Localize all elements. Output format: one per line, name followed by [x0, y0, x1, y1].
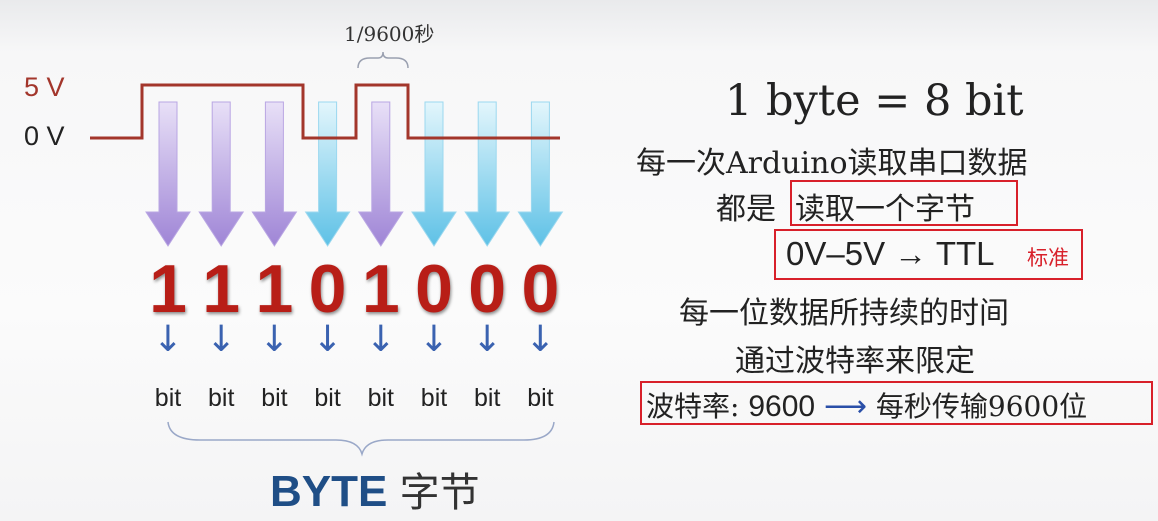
- baud-rate-arrow: ⟶: [824, 389, 868, 424]
- byte-label: BYTE 字节: [270, 460, 480, 518]
- bit-arrow-3: [251, 101, 298, 247]
- down-arrow-icon: ↓: [206, 319, 237, 360]
- bit-waveform-diagram: [90, 83, 564, 247]
- bit-label-4: bit: [314, 384, 341, 412]
- note-read-byte: 都是: [716, 184, 776, 228]
- bit-arrow-6: [411, 101, 457, 247]
- down-arrow-icon: ↓: [259, 319, 290, 360]
- down-arrow-icon: ↓: [365, 319, 396, 360]
- bit-digit-8: 0: [521, 251, 560, 327]
- baud-rate-line: 波特率: 9600 ⟶ 每秒传输9600位: [646, 385, 1087, 425]
- down-arrow-icon: ↓: [418, 319, 450, 360]
- note-baud-defines: 通过波特率来限定: [735, 344, 975, 379]
- down-arrow-icon: ↓: [312, 319, 343, 360]
- byte-label-en: BYTE: [270, 467, 388, 516]
- bit-label-6: bit: [420, 384, 448, 412]
- bit-arrow-8: [517, 101, 564, 247]
- bit-label-2: bit: [207, 384, 235, 412]
- bit-label-3: bit: [261, 384, 288, 412]
- bit-label-1: bit: [154, 384, 182, 412]
- bit-arrow-5: [357, 101, 404, 247]
- bit-arrow-2: [198, 101, 245, 247]
- ttl-standard-label: 标准: [1027, 246, 1069, 270]
- bit-arrow-4: [304, 101, 351, 247]
- down-arrow-icon: ↓: [152, 319, 184, 360]
- bit-digit-4: 0: [308, 251, 347, 327]
- baud-rate-value: 9600: [748, 390, 816, 423]
- bit-digit-2: 1: [202, 251, 241, 327]
- note-serial-read: 每一次Arduino读取串口数据: [636, 146, 1028, 181]
- note-read-byte-prefix: 都是: [716, 192, 776, 227]
- bit-digit-7: 0: [468, 251, 507, 327]
- byte-brace: [167, 421, 555, 457]
- note-read-byte-highlight: 读取一个字节: [795, 192, 975, 227]
- baud-rate-label: 波特率:: [646, 390, 740, 423]
- bit-digit-5: 1: [361, 251, 400, 327]
- bit-label-5: bit: [367, 384, 394, 412]
- bit-digit-1: 1: [149, 251, 187, 327]
- note-bit-duration: 每一位数据所持续的时间: [679, 296, 1009, 331]
- down-arrow-icon: ↓: [525, 319, 556, 360]
- bit-digit-3: 1: [255, 251, 294, 327]
- bit-arrow-7: [464, 101, 511, 247]
- bit-label-7: bit: [473, 384, 501, 412]
- bit-label-8: bit: [527, 384, 554, 412]
- bit-digit-6: 0: [415, 251, 453, 327]
- byte-label-zh: 字节: [399, 470, 480, 516]
- down-arrow-icon: ↓: [472, 319, 503, 360]
- byte-equation: 1 byte = 8 bit: [725, 76, 1024, 126]
- ttl-voltage-range: 0V–5V → TTL: [786, 235, 995, 272]
- baud-rate-meaning: 每秒传输9600位: [875, 390, 1088, 423]
- bit-arrow-1: [145, 101, 191, 247]
